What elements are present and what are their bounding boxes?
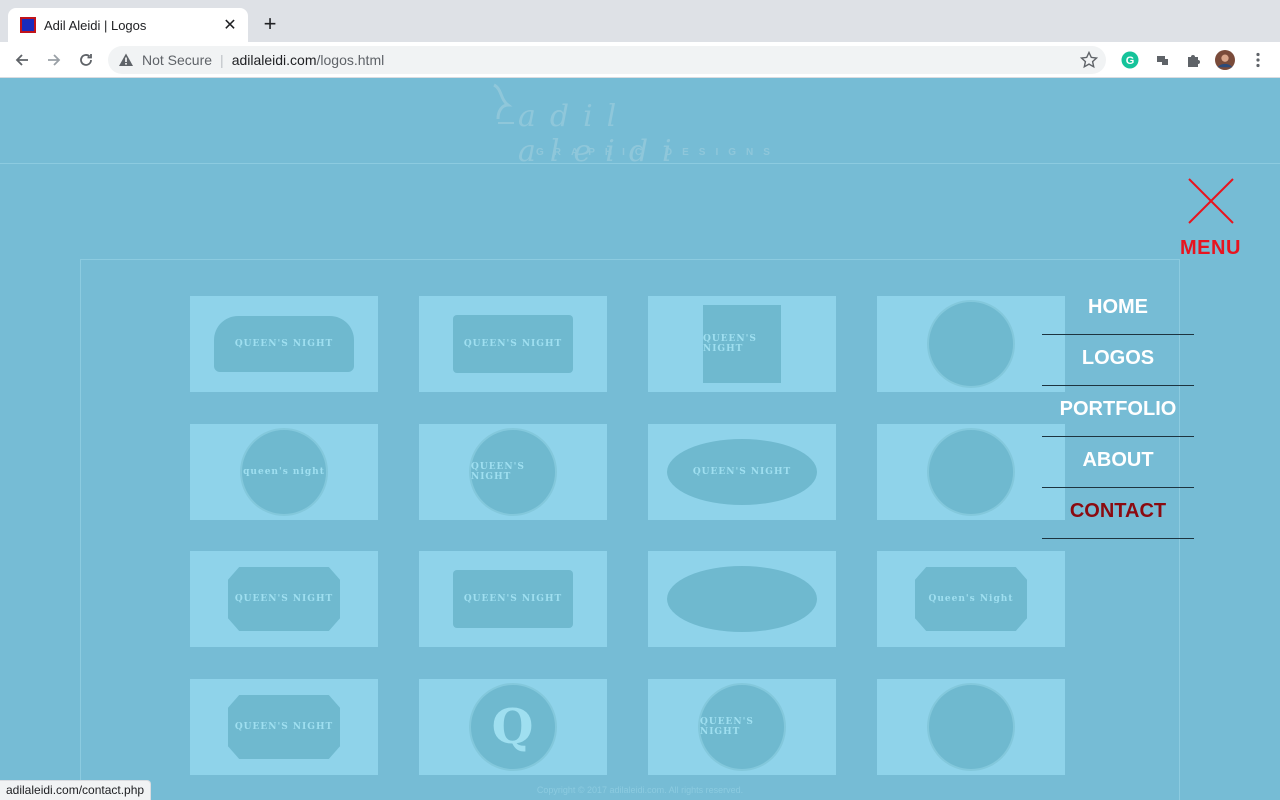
logo-badge-text: QUEEN'S NIGHT [692, 467, 792, 477]
logo-badge-text: queen's night [243, 467, 325, 477]
forward-arrow-icon [48, 54, 61, 66]
logo-badge-text: QUEEN'S NIGHT [234, 594, 334, 604]
extension-icon[interactable] [1152, 50, 1172, 70]
logo-thumbnail[interactable]: QUEEN'S NIGHT [190, 679, 378, 775]
logo-thumbnail[interactable]: queen's night [190, 424, 378, 520]
profile-avatar-icon[interactable] [1215, 50, 1235, 70]
extensions-puzzle-icon[interactable] [1184, 50, 1204, 70]
nav-item-portfolio[interactable]: PORTFOLIO [1042, 386, 1194, 437]
warning-icon [119, 53, 133, 66]
logo-thumbnail[interactable]: QUEEN'S NIGHT [190, 551, 378, 647]
new-tab-button[interactable]: + [258, 12, 282, 36]
logo-badge: QUEEN'S NIGHT [228, 567, 340, 631]
copyright-text: Copyright © 2017 adilaleidi.com. All rig… [536, 785, 744, 795]
site-logo[interactable]: adil aleidi GRAPHIC DESIGNS [488, 83, 788, 169]
logo-thumbnail[interactable]: Queen's Night [877, 551, 1065, 647]
logo-thumbnail[interactable] [877, 424, 1065, 520]
logo-badge: QUEEN'S NIGHT [228, 695, 340, 759]
menu-label[interactable]: MENU [1180, 237, 1241, 260]
status-bar-url: adilaleidi.com/contact.php [0, 780, 152, 800]
logo-badge: QUEEN'S NIGHT [453, 570, 573, 628]
nav-item-logos[interactable]: LOGOS [1042, 335, 1194, 386]
logo-thumbnail[interactable]: QUEEN'S NIGHT [648, 296, 836, 392]
logo-badge-text: QUEEN'S NIGHT [463, 594, 563, 604]
logo-mark-icon [493, 83, 514, 124]
omnibox-divider: | [220, 52, 224, 68]
logo-badge-text: QUEEN'S NIGHT [471, 462, 525, 482]
tab-close-icon[interactable]: ✕ [222, 15, 238, 35]
browser-menu-icon[interactable] [1248, 50, 1268, 70]
tab-title: Adil Aleidi | Logos [44, 17, 147, 33]
logo-badge: QUEEN'S NIGHT [469, 428, 557, 516]
url-domain: adilaleidi.com [231, 52, 317, 68]
address-bar[interactable]: Not Secure | adilaleidi.com /logos.html [108, 46, 1106, 74]
logo-badge-text: QUEEN'S NIGHT [703, 334, 757, 354]
page: adil aleidi GRAPHIC DESIGNS QUEEN'S NIGH… [0, 79, 1280, 800]
logo-badge-text: Q [491, 699, 535, 755]
logo-badge: queen's night [240, 428, 328, 516]
back-button[interactable] [10, 48, 34, 72]
bookmark-star-icon[interactable] [1080, 51, 1098, 69]
logo-badge [927, 428, 1015, 516]
browser-tab[interactable]: Adil Aleidi | Logos ✕ [8, 8, 248, 42]
reload-icon [80, 54, 92, 66]
logo-badge: QUEEN'S NIGHT [453, 315, 573, 373]
logo-thumbnail[interactable]: QUEEN'S NIGHT [419, 424, 607, 520]
logo-badge-text: QUEEN'S NIGHT [700, 717, 754, 737]
menu-close-icon[interactable] [1186, 177, 1236, 225]
logo-badge-text: Queen's Night [928, 594, 1014, 604]
nav-item-about[interactable]: ABOUT [1042, 437, 1194, 488]
logo-badge [927, 300, 1015, 388]
nav-item-home[interactable]: HOME [1042, 284, 1194, 335]
header-divider [0, 163, 1280, 164]
logo-subtitle: GRAPHIC DESIGNS [536, 147, 780, 158]
logo-thumbnail[interactable] [877, 679, 1065, 775]
logo-thumbnail[interactable]: Q [419, 679, 607, 775]
logo-badge: QUEEN'S NIGHT [667, 439, 817, 505]
reload-button[interactable] [74, 48, 98, 72]
logo-badge: Q [469, 683, 557, 771]
logo-badge-text: QUEEN'S NIGHT [234, 339, 334, 349]
logo-thumbnail[interactable]: QUEEN'S NIGHT [190, 296, 378, 392]
logo-thumbnail[interactable]: QUEEN'S NIGHT [648, 679, 836, 775]
svg-text:G: G [1126, 55, 1135, 67]
logo-thumbnail[interactable] [648, 551, 836, 647]
security-label: Not Secure [142, 52, 213, 68]
favicon-icon [20, 17, 36, 33]
logo-badge: QUEEN'S NIGHT [703, 305, 781, 383]
logo-badge [927, 683, 1015, 771]
logo-text: adil aleidi [518, 99, 686, 169]
logo-badge-text: QUEEN'S NIGHT [234, 722, 334, 732]
browser-tabbar: Adil Aleidi | Logos ✕ + [0, 0, 1280, 42]
grammarly-extension-icon[interactable]: G [1120, 50, 1140, 70]
nav-item-contact[interactable]: CONTACT [1042, 488, 1194, 539]
back-arrow-icon [15, 54, 28, 66]
url-path: /logos.html [316, 52, 385, 68]
logo-badge: QUEEN'S NIGHT [698, 683, 786, 771]
logo-thumbnail[interactable]: QUEEN'S NIGHT [419, 296, 607, 392]
main-nav: HOME LOGOS PORTFOLIO ABOUT CONTACT [1042, 284, 1194, 539]
logo-badge [667, 566, 817, 632]
logo-badge: Queen's Night [915, 567, 1027, 631]
logo-badge-text: QUEEN'S NIGHT [463, 339, 563, 349]
logo-thumbnail[interactable]: QUEEN'S NIGHT [419, 551, 607, 647]
logo-thumbnail[interactable] [877, 296, 1065, 392]
logo-thumbnail[interactable]: QUEEN'S NIGHT [648, 424, 836, 520]
browser-toolbar: Not Secure | adilaleidi.com /logos.html … [0, 42, 1280, 78]
forward-button[interactable] [42, 48, 66, 72]
logo-badge: QUEEN'S NIGHT [214, 316, 354, 372]
